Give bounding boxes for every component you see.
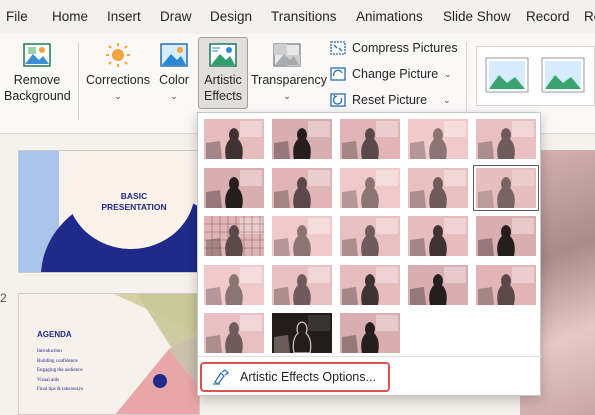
separator	[78, 42, 79, 120]
compress-icon	[330, 41, 346, 55]
tab-design[interactable]: Design	[210, 9, 252, 24]
change-picture-label: Change Picture	[352, 67, 439, 81]
artistic-effect-thumbnail[interactable]	[473, 164, 539, 211]
color-label: Color	[159, 73, 189, 87]
tab-home[interactable]: Home	[52, 9, 88, 24]
artistic-effect-thumbnail[interactable]	[204, 119, 264, 159]
artistic-effect-thumbnail[interactable]	[204, 264, 264, 305]
artistic-effect-thumbnail[interactable]	[340, 216, 400, 256]
compress-pictures-label: Compress Pictures	[352, 41, 458, 55]
artistic-effects-dropdown	[197, 112, 542, 396]
slide2-agenda-list: Introduction Building confidence Engagin…	[37, 347, 83, 395]
artistic-effect-thumbnail[interactable]	[476, 216, 536, 256]
artistic-effect-thumbnail[interactable]	[272, 167, 332, 208]
artistic-effects-options-label: Artistic Effects Options...	[240, 370, 376, 384]
picture-styles-gallery	[476, 46, 595, 106]
artistic-effect-thumbnail[interactable]	[272, 313, 332, 353]
artistic-effect-thumbnail[interactable]	[272, 264, 332, 305]
separator	[466, 42, 467, 120]
remove-background-button[interactable]: Remove Background	[4, 42, 71, 104]
tab-review[interactable]: Re	[584, 9, 595, 24]
slide-number-2: 2	[0, 291, 7, 305]
artistic-effects-options-icon	[213, 369, 229, 385]
artistic-effect-thumbnail[interactable]	[476, 264, 536, 305]
artistic-effect-thumbnail[interactable]	[272, 119, 332, 159]
tab-transitions[interactable]: Transitions	[271, 9, 337, 24]
slide-thumbnail-2[interactable]: AGENDA Introduction Building confidence …	[18, 293, 200, 415]
remove-background-label-2: Background	[4, 89, 71, 103]
reset-picture-label: Reset Picture	[352, 93, 428, 107]
corrections-button[interactable]: Corrections ⌄	[84, 42, 152, 104]
artistic-effects-button[interactable]: Artistic Effects ⌄	[198, 37, 248, 118]
slide-thumbnail-1[interactable]: BASIC PRESENTATION	[18, 150, 200, 273]
tab-draw[interactable]: Draw	[160, 9, 192, 24]
transparency-icon	[273, 43, 301, 67]
transparency-button[interactable]: Transparency ⌄	[251, 42, 327, 104]
agenda-item: Introduction	[37, 349, 62, 354]
reset-picture-chevron-icon[interactable]: ⌄	[443, 95, 451, 106]
picture-style-1[interactable]	[485, 57, 529, 93]
agenda-item: Visual aids	[37, 377, 60, 383]
transparency-chevron-down-icon: ⌄	[283, 91, 291, 101]
color-chevron-down-icon: ⌄	[170, 91, 178, 101]
slide1-title: BASIC PRESENTATION	[101, 191, 167, 212]
artistic-effects-label-1: Artistic	[204, 73, 242, 87]
color-picture-icon	[160, 43, 188, 67]
artistic-effect-thumbnail[interactable]	[408, 216, 468, 256]
artistic-effect-thumbnail[interactable]	[272, 216, 332, 256]
menu-bar: File Home Insert Draw Design Transitions…	[0, 0, 595, 34]
agenda-item: Engaging the audience	[37, 368, 83, 373]
corrections-label: Corrections	[86, 73, 150, 87]
tab-insert[interactable]: Insert	[107, 9, 141, 24]
remove-background-icon	[23, 43, 51, 67]
artistic-effect-thumbnail[interactable]	[204, 313, 264, 353]
tab-file[interactable]: File	[6, 9, 28, 24]
artistic-effects-options-button[interactable]: Artistic Effects Options...	[200, 362, 390, 392]
artistic-effect-thumbnail[interactable]	[476, 119, 536, 159]
tab-record[interactable]: Record	[526, 9, 570, 24]
artistic-effects-icon	[209, 43, 237, 67]
artistic-effect-thumbnail[interactable]	[340, 167, 400, 208]
slide2-dot	[153, 374, 167, 388]
artistic-effect-thumbnail[interactable]	[340, 313, 400, 353]
picture-style-2[interactable]	[541, 57, 585, 93]
reset-picture-icon	[330, 93, 346, 107]
corrections-chevron-down-icon: ⌄	[114, 91, 122, 101]
artistic-effect-thumbnail[interactable]	[204, 167, 264, 208]
artistic-effect-thumbnail[interactable]	[204, 216, 264, 256]
artistic-effect-thumbnail[interactable]	[408, 264, 468, 305]
compress-pictures-button[interactable]: Compress Pictures	[330, 41, 458, 55]
change-picture-icon	[330, 67, 346, 81]
slide2-title: AGENDA	[37, 330, 72, 339]
remove-background-label-1: Remove	[13, 73, 61, 87]
change-picture-button[interactable]: Change Picture ⌄	[330, 67, 452, 81]
artistic-effect-thumbnail[interactable]	[408, 167, 468, 208]
artistic-effect-thumbnail[interactable]	[408, 119, 468, 159]
agenda-item: Building confidence	[37, 358, 78, 364]
sun-icon	[106, 43, 130, 67]
tab-animations[interactable]: Animations	[356, 9, 423, 24]
color-button[interactable]: Color ⌄	[156, 42, 192, 104]
reset-picture-button[interactable]: Reset Picture ⌄	[330, 93, 451, 107]
change-picture-chevron-icon[interactable]: ⌄	[444, 69, 452, 80]
tab-slide-show[interactable]: Slide Show	[443, 9, 511, 24]
artistic-effect-thumbnail[interactable]	[340, 264, 400, 305]
transparency-label: Transparency	[251, 73, 327, 87]
artistic-effect-thumbnail[interactable]	[340, 119, 400, 159]
gallery-divider	[198, 356, 542, 357]
agenda-item: Final tips & takeaways	[37, 387, 83, 392]
